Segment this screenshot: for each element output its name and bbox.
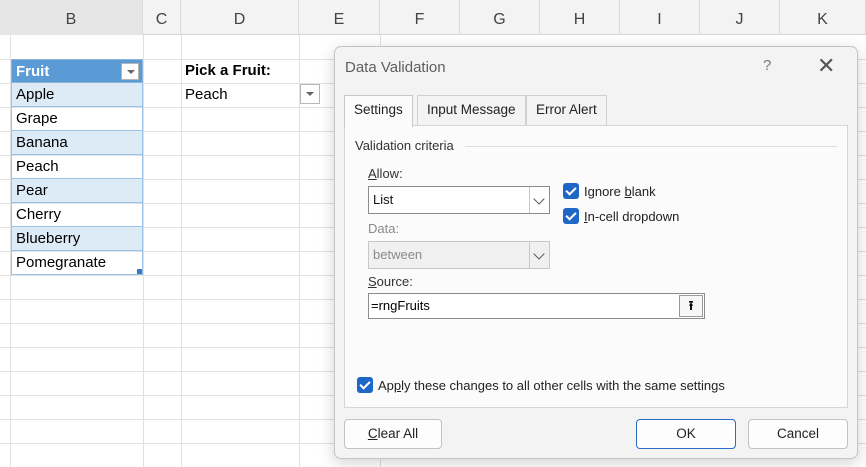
- allow-select-value: List: [373, 192, 394, 207]
- ignore-blank-checkbox[interactable]: [563, 183, 579, 199]
- table-row[interactable]: Pear: [12, 179, 142, 203]
- data-select: between: [368, 241, 550, 269]
- tab-error-alert[interactable]: Error Alert: [526, 95, 607, 125]
- column-header-g[interactable]: G: [460, 0, 540, 35]
- table-row[interactable]: Blueberry: [12, 227, 142, 251]
- column-header-f[interactable]: F: [380, 0, 460, 35]
- dialog-title: Data Validation: [345, 59, 446, 76]
- clear-all-button[interactable]: Clear All: [344, 419, 442, 449]
- cell-dropdown-icon[interactable]: [300, 84, 320, 104]
- allow-label: Allow:: [368, 166, 403, 181]
- validation-criteria-title: Validation criteria: [355, 138, 454, 153]
- settings-panel: Validation criteria Allow: List Data: be…: [344, 125, 848, 408]
- column-header-row: B C D E F G H I J K: [0, 0, 866, 35]
- table-header-label: Fruit: [16, 63, 50, 80]
- collapse-dialog-icon[interactable]: ⭱: [679, 295, 703, 317]
- column-header-k[interactable]: K: [780, 0, 866, 35]
- allow-select[interactable]: List: [368, 186, 550, 214]
- column-header-i[interactable]: I: [620, 0, 700, 35]
- in-cell-dropdown-checkbox[interactable]: [563, 208, 579, 224]
- ignore-blank-label: Ignore blank: [584, 184, 656, 199]
- table-row[interactable]: Pomegranate: [12, 251, 142, 275]
- in-cell-dropdown-label: In-cell dropdown: [584, 209, 680, 224]
- pick-fruit-label: Pick a Fruit:: [185, 62, 271, 79]
- source-label: Source:: [368, 274, 413, 289]
- chevron-down-icon: [529, 242, 549, 268]
- pick-fruit-cell[interactable]: Peach: [181, 83, 299, 107]
- column-header-e[interactable]: E: [299, 0, 380, 35]
- chevron-down-icon: [529, 187, 549, 213]
- table-row[interactable]: Cherry: [12, 203, 142, 227]
- column-header-d[interactable]: D: [181, 0, 299, 35]
- column-header-h[interactable]: H: [540, 0, 620, 35]
- table-resize-handle[interactable]: [137, 269, 142, 274]
- tab-input-message[interactable]: Input Message: [417, 95, 526, 125]
- column-header-b[interactable]: B: [0, 0, 143, 35]
- tab-settings[interactable]: Settings: [344, 95, 413, 127]
- column-header-c[interactable]: C: [143, 0, 181, 35]
- close-icon[interactable]: ✕: [817, 55, 835, 77]
- source-input[interactable]: =rngFruits ⭱: [368, 293, 705, 319]
- table-row[interactable]: Banana: [12, 131, 142, 155]
- source-input-value: =rngFruits: [371, 298, 430, 313]
- data-validation-dialog: Data Validation ? ✕ Settings Input Messa…: [334, 46, 858, 459]
- table-row[interactable]: Apple: [12, 83, 142, 107]
- column-header-j[interactable]: J: [700, 0, 780, 35]
- apply-all-checkbox[interactable]: [357, 377, 373, 393]
- data-label: Data:: [368, 221, 400, 236]
- help-icon[interactable]: ?: [763, 57, 771, 74]
- ok-button[interactable]: OK: [636, 419, 736, 449]
- group-divider: [465, 146, 837, 147]
- table-header-fruit[interactable]: Fruit: [11, 59, 143, 83]
- cancel-button[interactable]: Cancel: [748, 419, 848, 449]
- data-select-value: between: [373, 247, 423, 262]
- apply-all-label: Apply these changes to all other cells w…: [378, 378, 725, 393]
- filter-dropdown-icon[interactable]: [121, 63, 139, 80]
- table-row[interactable]: Peach: [12, 155, 142, 179]
- table-row[interactable]: Grape: [12, 107, 142, 131]
